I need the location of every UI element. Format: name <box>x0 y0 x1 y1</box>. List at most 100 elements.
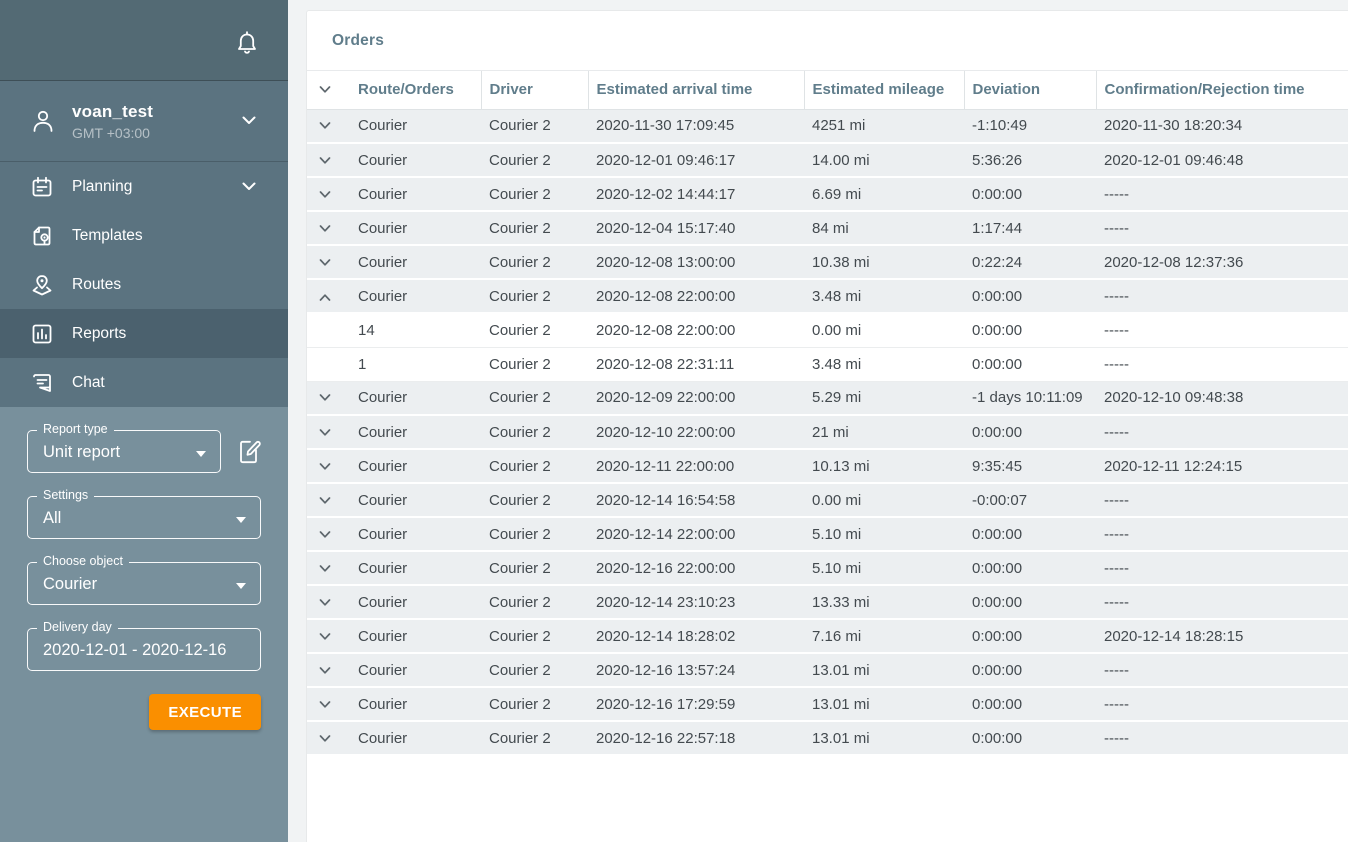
chevron-down-icon[interactable] <box>319 463 331 471</box>
row-expand-toggle[interactable] <box>307 721 350 755</box>
chevron-up-icon[interactable] <box>319 293 331 301</box>
row-confirmation: ----- <box>1096 177 1348 211</box>
choose-object-select[interactable]: Choose object Courier <box>27 562 261 605</box>
sidebar-item-templates[interactable]: Templates <box>0 211 288 260</box>
sidebar-item-reports[interactable]: Reports <box>0 309 288 358</box>
chevron-down-icon[interactable] <box>319 633 331 641</box>
settings-select[interactable]: Settings All <box>27 496 261 539</box>
row-driver: Courier 2 <box>481 313 588 347</box>
row-mileage: 0.00 mi <box>804 483 964 517</box>
report-type-select[interactable]: Report type Unit report <box>27 430 221 473</box>
col-header-driver[interactable]: Driver <box>481 71 588 109</box>
row-route: Courier <box>350 279 481 313</box>
delivery-day-input[interactable]: Delivery day 2020-12-01 - 2020-12-16 <box>27 628 261 671</box>
row-confirmation: 2020-12-01 09:46:48 <box>1096 143 1348 177</box>
table-row: CourierCourier 22020-12-14 18:28:027.16 … <box>307 619 1348 653</box>
row-deviation: 0:00:00 <box>964 619 1096 653</box>
chevron-down-icon[interactable] <box>319 565 331 573</box>
row-route: Courier <box>350 245 481 279</box>
sidebar-item-label: Reports <box>72 325 126 343</box>
row-driver: Courier 2 <box>481 347 588 381</box>
row-deviation: 0:22:24 <box>964 245 1096 279</box>
collapse-all-toggle[interactable] <box>307 71 350 109</box>
chevron-down-icon[interactable] <box>319 531 331 539</box>
row-mileage: 10.38 mi <box>804 245 964 279</box>
dropdown-arrow-icon <box>236 517 246 523</box>
row-expand-toggle[interactable] <box>307 279 350 313</box>
row-driver: Courier 2 <box>481 585 588 619</box>
col-header-route-orders[interactable]: Route/Orders <box>350 71 481 109</box>
row-driver: Courier 2 <box>481 279 588 313</box>
choose-object-value: Courier <box>43 575 97 594</box>
chevron-down-icon[interactable] <box>319 599 331 607</box>
col-header-confirmation[interactable]: Confirmation/Rejection time <box>1096 71 1348 109</box>
chevron-down-icon[interactable] <box>319 667 331 675</box>
col-header-deviation[interactable]: Deviation <box>964 71 1096 109</box>
sidebar-item-routes[interactable]: Routes <box>0 260 288 309</box>
row-expand-toggle[interactable] <box>307 585 350 619</box>
row-route: Courier <box>350 381 481 415</box>
execute-button[interactable]: EXECUTE <box>149 694 261 730</box>
row-expand-toggle[interactable] <box>307 449 350 483</box>
row-expand-toggle[interactable] <box>307 551 350 585</box>
chevron-down-icon[interactable] <box>319 259 331 267</box>
row-expand-toggle[interactable] <box>307 619 350 653</box>
row-driver: Courier 2 <box>481 687 588 721</box>
row-confirmation: ----- <box>1096 551 1348 585</box>
col-header-estimated-mileage[interactable]: Estimated mileage <box>804 71 964 109</box>
row-expand-toggle[interactable] <box>307 109 350 143</box>
table-row: CourierCourier 22020-12-08 22:00:003.48 … <box>307 279 1348 313</box>
chevron-down-icon[interactable] <box>319 701 331 709</box>
row-deviation: 0:00:00 <box>964 177 1096 211</box>
row-expand-toggle[interactable] <box>307 143 350 177</box>
dropdown-arrow-icon <box>196 451 206 457</box>
chevron-down-icon[interactable] <box>319 225 331 233</box>
user-account-row[interactable]: voan_test GMT +03:00 <box>0 81 288 162</box>
row-driver: Courier 2 <box>481 381 588 415</box>
sidebar-item-planning[interactable]: Planning <box>0 162 288 211</box>
row-eta: 2020-12-11 22:00:00 <box>588 449 804 483</box>
row-eta: 2020-12-14 22:00:00 <box>588 517 804 551</box>
row-expand-toggle[interactable] <box>307 483 350 517</box>
row-expand-toggle[interactable] <box>307 687 350 721</box>
chevron-down-icon[interactable] <box>319 497 331 505</box>
chevron-down-icon[interactable] <box>319 191 331 199</box>
row-expand-toggle[interactable] <box>307 517 350 551</box>
settings-value: All <box>43 509 61 528</box>
row-expand-toggle[interactable] <box>307 177 350 211</box>
sidebar-item-chat[interactable]: Chat <box>0 358 288 407</box>
sidebar-menu: Planning Templates <box>0 162 288 407</box>
chevron-down-icon[interactable] <box>319 735 331 743</box>
col-header-estimated-arrival[interactable]: Estimated arrival time <box>588 71 804 109</box>
row-eta: 2020-12-10 22:00:00 <box>588 415 804 449</box>
row-driver: Courier 2 <box>481 109 588 143</box>
row-expand-toggle[interactable] <box>307 653 350 687</box>
row-confirmation: ----- <box>1096 211 1348 245</box>
chevron-down-icon[interactable] <box>319 157 331 165</box>
row-route: Courier <box>350 143 481 177</box>
row-eta: 2020-12-08 13:00:00 <box>588 245 804 279</box>
row-route: Courier <box>350 619 481 653</box>
chevron-down-icon[interactable] <box>319 86 331 94</box>
row-expand-toggle[interactable] <box>307 415 350 449</box>
reports-icon <box>30 322 54 346</box>
edit-report-icon[interactable] <box>236 438 263 465</box>
row-expand-toggle[interactable] <box>307 211 350 245</box>
chevron-down-icon[interactable] <box>319 394 331 402</box>
chevron-down-icon[interactable] <box>319 429 331 437</box>
table-row: CourierCourier 22020-12-16 13:57:2413.01… <box>307 653 1348 687</box>
report-type-label: Report type <box>37 422 114 436</box>
row-expand-toggle[interactable] <box>307 381 350 415</box>
row-route: Courier <box>350 687 481 721</box>
row-confirmation: ----- <box>1096 687 1348 721</box>
row-route: 14 <box>350 313 481 347</box>
row-expand-toggle[interactable] <box>307 245 350 279</box>
row-route: Courier <box>350 653 481 687</box>
row-deviation: 0:00:00 <box>964 415 1096 449</box>
row-confirmation: ----- <box>1096 483 1348 517</box>
table-row: CourierCourier 22020-11-30 17:09:454251 … <box>307 109 1348 143</box>
chevron-down-icon[interactable] <box>319 122 331 130</box>
notifications-bell-icon[interactable] <box>236 31 258 55</box>
row-eta: 2020-12-08 22:00:00 <box>588 313 804 347</box>
report-type-value: Unit report <box>43 443 120 462</box>
